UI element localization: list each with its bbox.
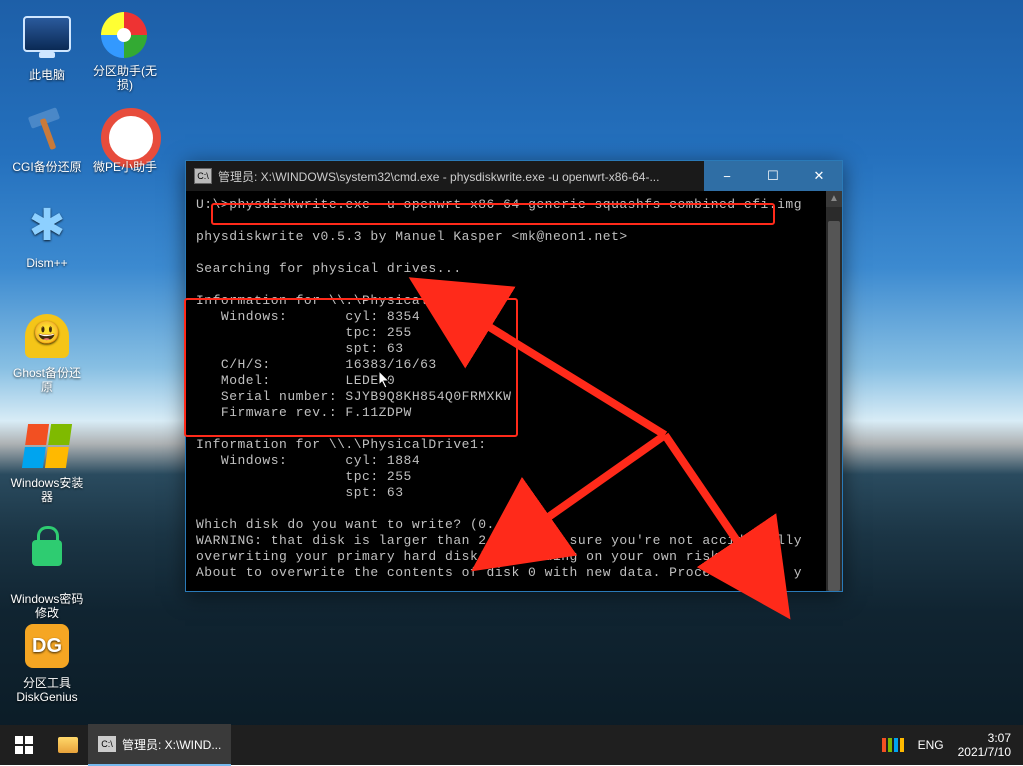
desktop-icon-label: 分区工具DiskGenius	[8, 676, 86, 704]
clock-date: 2021/7/10	[958, 745, 1011, 759]
cmd-warning: WARNING: that disk is larger than 2 GB! …	[196, 533, 802, 548]
cmd-warning: overwriting your primary hard disk! Proc…	[196, 549, 744, 564]
desktop-icon-label: Windows密码修改	[8, 592, 86, 620]
cmd-drive1-header: Information for \\.\PhysicalDrive1:	[196, 437, 487, 452]
cmd-icon: C:\	[194, 168, 212, 184]
desktop-icon-diskgenius[interactable]: DG 分区工具DiskGenius	[8, 624, 86, 704]
desktop-icon-label: CGI备份还原	[8, 160, 86, 174]
desktop-icon-label: Ghost备份还原	[8, 366, 86, 394]
desktop-icon-dism[interactable]: Dism++	[8, 204, 86, 270]
taskbar[interactable]: C:\ 管理员: X:\WIND... ENG 3:07 2021/7/10	[0, 725, 1023, 765]
cmd-user-answer-disk: 0	[528, 517, 536, 532]
desktop-icon-label: Windows安装器	[8, 476, 86, 504]
windows-logo-icon	[15, 736, 33, 754]
desktop-icon-label: 微PE小助手	[86, 160, 164, 174]
taskbar-file-explorer[interactable]	[48, 725, 88, 765]
cmd-prompt: U:\>	[196, 197, 229, 212]
ime-language[interactable]: ENG	[918, 738, 944, 752]
desktop-icon-win-password[interactable]: Windows密码修改	[8, 524, 86, 620]
desktop-icon-label: Dism++	[8, 256, 86, 270]
cmd-scrollbar[interactable]: ▲	[826, 191, 842, 591]
window-close-button[interactable]: ✕	[796, 161, 842, 191]
cmd-title-text: 管理员: X:\WINDOWS\system32\cmd.exe - physd…	[218, 168, 704, 185]
cmd-version: physdiskwrite v0.5.3 by Manuel Kasper <m…	[196, 229, 628, 244]
desktop-icon-ghost[interactable]: Ghost备份还原	[8, 314, 86, 394]
desktop-icon-partition-assistant[interactable]: 分区助手(无损)	[86, 12, 164, 92]
cmd-user-answer-proceed: y	[794, 565, 802, 580]
desktop-icon-cgi-backup[interactable]: CGI备份还原	[8, 108, 86, 174]
cmd-which-disk: Which disk do you want to write? (0..1)	[196, 517, 528, 532]
desktop-icon-label: 分区助手(无损)	[86, 64, 164, 92]
cmd-icon: C:\	[98, 736, 116, 752]
desktop[interactable]: 此电脑 CGI备份还原 Dism++ Ghost备份还原 Windows安装器 …	[0, 0, 1023, 765]
ime-flag-icon[interactable]	[882, 738, 904, 752]
desktop-icon-label: 此电脑	[8, 68, 86, 82]
cmd-searching: Searching for physical drives...	[196, 261, 462, 276]
desktop-icon-this-pc[interactable]: 此电脑	[8, 12, 86, 82]
scrollbar-up-arrow[interactable]: ▲	[826, 191, 842, 207]
taskbar-active-label: 管理员: X:\WIND...	[122, 736, 221, 753]
desktop-icon-wepe[interactable]: 微PE小助手	[86, 108, 164, 174]
folder-icon	[58, 737, 78, 753]
scrollbar-thumb[interactable]	[828, 221, 840, 591]
cmd-proceed-prompt: About to overwrite the contents of disk …	[196, 565, 794, 580]
cmd-title-bar[interactable]: C:\ 管理员: X:\WINDOWS\system32\cmd.exe - p…	[186, 161, 842, 191]
cmd-window[interactable]: C:\ 管理员: X:\WINDOWS\system32\cmd.exe - p…	[185, 160, 843, 592]
taskbar-clock[interactable]: 3:07 2021/7/10	[958, 731, 1011, 759]
cmd-drive0-header: Information for \\.\PhysicalDrive0:	[196, 293, 487, 308]
desktop-icon-win-installer[interactable]: Windows安装器	[8, 424, 86, 504]
system-tray[interactable]: ENG 3:07 2021/7/10	[882, 731, 1023, 759]
taskbar-active-cmd[interactable]: C:\ 管理员: X:\WIND...	[88, 724, 231, 766]
window-minimize-button[interactable]: −	[704, 161, 750, 191]
cmd-output[interactable]: U:\>physdiskwrite.exe -u openwrt-x86-64-…	[186, 191, 826, 591]
cmd-command: physdiskwrite.exe -u openwrt-x86-64-gene…	[229, 197, 802, 212]
start-button[interactable]	[0, 725, 48, 765]
window-maximize-button[interactable]: ☐	[750, 161, 796, 191]
clock-time: 3:07	[958, 731, 1011, 745]
